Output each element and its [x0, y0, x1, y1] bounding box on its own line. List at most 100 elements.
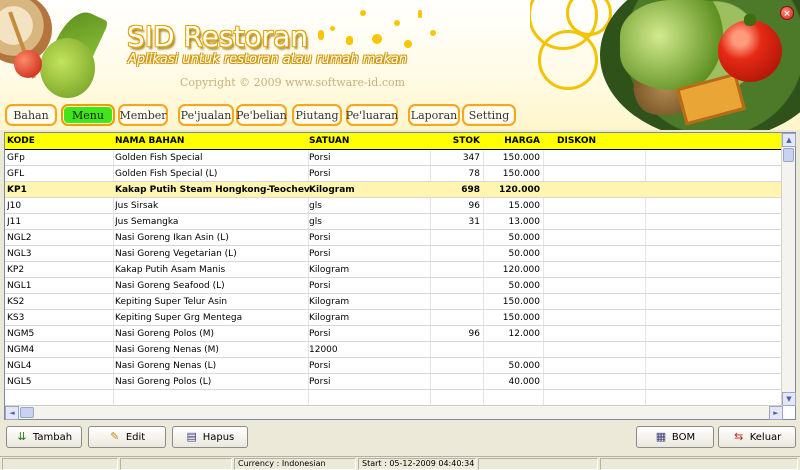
cell-harga: 150.000 [502, 153, 540, 163]
cell-kode: GFL [7, 169, 25, 179]
bom-label: BOM [671, 431, 696, 443]
scroll-thumb-horizontal[interactable] [20, 407, 34, 418]
cell-harga: 15.000 [508, 201, 541, 211]
cell-satuan: Kilogram [309, 297, 350, 307]
cell-kode: J11 [7, 217, 22, 227]
menu-bahan[interactable]: Bahan [5, 104, 57, 126]
bom-button[interactable]: ▦ BOM [636, 426, 714, 448]
cell-satuan: 12000 [309, 345, 338, 355]
cell-harga: 150.000 [502, 297, 540, 307]
edit-button[interactable]: ✎ Edit [88, 426, 166, 448]
cell-harga: 150.000 [502, 313, 540, 323]
scroll-down-icon[interactable]: ▼ [782, 392, 796, 406]
cell-nama: Kakap Putih Steam Hongkong-Teochev [115, 185, 310, 195]
cell-kode: NGL5 [7, 377, 32, 387]
copyright-text: Copyright © 2009 www.software-id.com [180, 76, 406, 89]
main-menu: Bahan Menu Member Pe'jualan Pe'belian Pi… [0, 104, 800, 128]
scroll-right-icon[interactable]: ► [769, 406, 783, 420]
cell-nama: Nasi Goreng Ikan Asin (L) [115, 233, 229, 243]
column-header-diskon[interactable]: DISKON [557, 133, 637, 149]
cell-harga: 120.000 [499, 185, 540, 195]
cell-harga: 50.000 [508, 281, 541, 291]
delete-icon: ▤ [186, 430, 197, 443]
close-icon[interactable]: × [780, 6, 794, 20]
table-row[interactable]: NGL1 Nasi Goreng Seafood (L) Porsi 50.000 [5, 278, 783, 294]
cell-kode: NGL1 [7, 281, 32, 291]
status-panel-2 [120, 458, 232, 470]
cell-stok: 347 [462, 153, 480, 163]
cell-stok: 31 [468, 217, 480, 227]
scroll-up-icon[interactable]: ▲ [782, 133, 796, 147]
menu-menu[interactable]: Menu [61, 104, 115, 126]
cell-harga: 50.000 [508, 249, 541, 259]
tambah-button[interactable]: ⇊ Tambah [6, 426, 82, 448]
status-panel-6 [600, 458, 798, 470]
table-row[interactable]: NGM4 Nasi Goreng Nenas (M) 12000 [5, 342, 783, 358]
cell-satuan: Kilogram [309, 313, 350, 323]
keluar-button[interactable]: ⇆ Keluar [718, 426, 796, 448]
keluar-label: Keluar [749, 431, 782, 443]
table-row[interactable]: KS3 Kepiting Super Grg Mentega Kilogram 150… [5, 310, 783, 326]
cell-nama: Nasi Goreng Polos (M) [115, 329, 215, 339]
table-body: GFp Golden Fish Special Porsi 347 150.000 GFL… [5, 150, 783, 406]
table-row[interactable]: GFp Golden Fish Special Porsi 347 150.000 [5, 150, 783, 166]
app-title: SID Restoran [127, 20, 309, 53]
menu-pembelian[interactable]: Pe'belian [236, 104, 287, 126]
status-start-time: Start : 05-12-2009 04:40:34 [358, 458, 476, 470]
scroll-thumb-vertical[interactable] [783, 148, 794, 162]
edit-label: Edit [125, 431, 146, 443]
hapus-button[interactable]: ▤ Hapus [172, 426, 248, 448]
cell-kode: GFp [7, 153, 25, 163]
cell-nama: Kakap Putih Asam Manis [115, 265, 226, 275]
cell-satuan: Porsi [309, 249, 331, 259]
cell-satuan: Porsi [309, 233, 331, 243]
cell-harga: 40.000 [508, 377, 541, 387]
scroll-left-icon[interactable]: ◄ [5, 406, 19, 420]
menu-setting[interactable]: Setting [462, 104, 516, 126]
column-header-satuan[interactable]: SATUAN [309, 133, 429, 149]
cell-nama: Kepiting Super Telur Asin [115, 297, 228, 307]
cell-satuan: Kilogram [309, 185, 355, 195]
table-header: KODE NAMA BAHAN SATUAN STOK HARGA DISKON [5, 133, 783, 150]
exit-icon: ⇆ [734, 430, 744, 443]
cell-nama: Jus Sirsak [115, 201, 159, 211]
cell-stok: 698 [461, 185, 480, 195]
table-row[interactable]: GFL Golden Fish Special (L) Porsi 78 150.000 [5, 166, 783, 182]
cell-nama: Golden Fish Special (L) [115, 169, 218, 179]
cell-kode: NGL2 [7, 233, 32, 243]
table-row[interactable]: NGL4 Nasi Goreng Nenas (L) Porsi 50.000 [5, 358, 783, 374]
table-row[interactable]: J11 Jus Semangka gls 31 13.000 [5, 214, 783, 230]
table-row[interactable]: NGL3 Nasi Goreng Vegetarian (L) Porsi 50.00… [5, 246, 783, 262]
table-row[interactable]: NGL5 Nasi Goreng Polos (L) Porsi 40.000 [5, 374, 783, 390]
horizontal-scrollbar[interactable]: ◄ ► [5, 405, 783, 420]
status-panel-1 [2, 458, 118, 470]
menu-pengeluaran[interactable]: Pe'luaran [346, 104, 398, 126]
table-row[interactable]: KP2 Kakap Putih Asam Manis Kilogram 120.000 [5, 262, 783, 278]
cell-nama: Jus Semangka [115, 217, 179, 227]
menu-penjualan[interactable]: Pe'jualan [178, 104, 234, 126]
menu-laporan[interactable]: Laporan [408, 104, 460, 126]
table-row[interactable]: KP1 Kakap Putih Steam Hongkong-Teochev Kil… [5, 182, 783, 198]
table-row[interactable]: NGL2 Nasi Goreng Ikan Asin (L) Porsi 50.000 [5, 230, 783, 246]
vertical-scrollbar[interactable]: ▲ ▼ [781, 133, 796, 406]
column-header-harga[interactable]: HARGA [485, 133, 540, 149]
hapus-label: Hapus [202, 431, 235, 443]
menu-piutang[interactable]: Piutang [292, 104, 342, 126]
cell-kode: NGL3 [7, 249, 32, 259]
cell-harga: 12.000 [508, 329, 541, 339]
food-image-left [0, 0, 110, 105]
column-header-nama[interactable]: NAMA BAHAN [115, 133, 311, 149]
cell-kode: NGM5 [7, 329, 35, 339]
cell-kode: NGM4 [7, 345, 35, 355]
cell-harga: 120.000 [502, 265, 540, 275]
menu-table[interactable]: KODE NAMA BAHAN SATUAN STOK HARGA DISKON… [4, 132, 796, 420]
table-row[interactable]: KS2 Kepiting Super Telur Asin Kilogram 150.… [5, 294, 783, 310]
cell-stok: 96 [468, 329, 480, 339]
table-row[interactable]: J10 Jus Sirsak gls 96 15.000 [5, 198, 783, 214]
status-currency: Currency : Indonesian [234, 458, 356, 470]
cell-stok: 78 [468, 169, 480, 179]
column-header-stok[interactable]: STOK [435, 133, 480, 149]
table-row[interactable]: NGM5 Nasi Goreng Polos (M) Porsi 96 12.000 [5, 326, 783, 342]
menu-member[interactable]: Member [118, 104, 168, 126]
column-header-kode[interactable]: KODE [7, 133, 112, 149]
